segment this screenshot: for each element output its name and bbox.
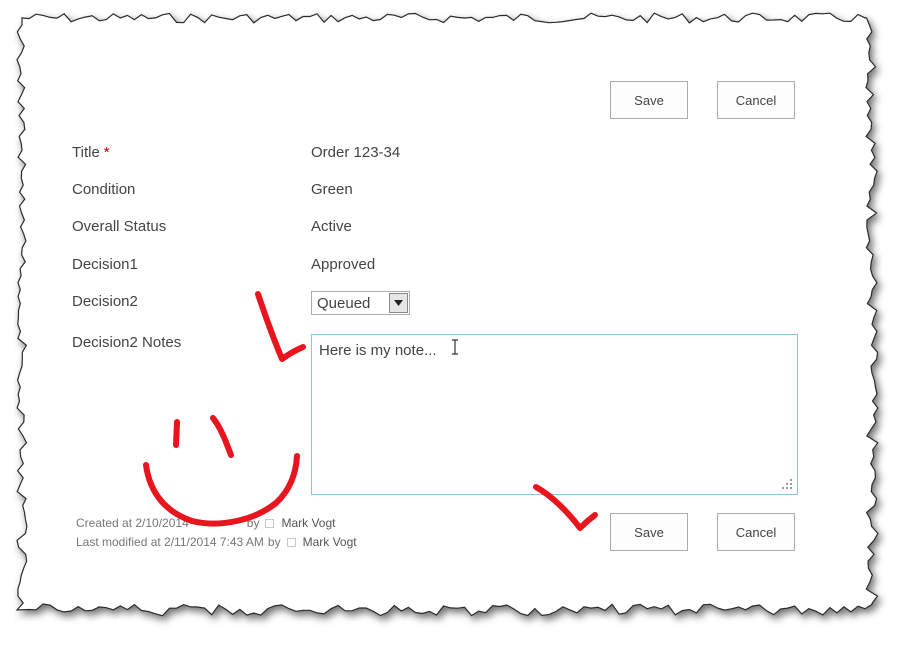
created-author-link[interactable]: Mark Vogt [281,516,335,530]
resize-grip-icon[interactable] [781,478,793,490]
save-button-bottom[interactable]: Save [610,513,688,551]
dropdown-arrow-icon[interactable] [389,293,408,313]
text-cursor-icon [452,339,458,355]
created-info: Created at 2/10/2014 by Mark Vogt [76,516,335,530]
cancel-button-top[interactable]: Cancel [717,81,795,119]
presence-icon [265,518,275,528]
modified-by-text: by [267,535,281,549]
decision2-label: Decision2 [72,293,138,310]
title-label-text: Title [72,144,100,161]
created-text: Created at 2/10/2014 [76,516,189,530]
condition-value: Green [311,181,353,198]
required-indicator: * [103,144,110,161]
cancel-button-bottom[interactable]: Cancel [717,513,795,551]
title-label: Title * [72,144,110,161]
list-item-edit-form: Save Cancel Title * Order 123-34 Conditio… [0,0,900,660]
decision1-value: Approved [311,256,376,273]
modified-text: Last modified at 2/11/2014 7:43 AM [76,535,264,549]
overall-status-value: Active [311,218,352,235]
decision2-notes-text: Here is my note... [319,342,437,359]
modified-info: Last modified at 2/11/2014 7:43 AM by Ma… [76,535,357,549]
modified-author-link[interactable]: Mark Vogt [303,535,357,549]
decision2-selected-value: Queued [317,295,371,312]
overall-status-label: Overall Status [72,218,167,235]
decision2-notes-textarea[interactable]: Here is my note... [311,334,798,495]
save-button-top[interactable]: Save [610,81,688,119]
created-by-text: by [246,516,260,530]
decision2-select[interactable]: Queued [311,291,410,315]
presence-icon [286,537,296,547]
decision2-notes-label: Decision2 Notes [72,334,182,351]
decision1-label: Decision1 [72,256,138,273]
title-value: Order 123-34 [311,144,401,161]
condition-label: Condition [72,181,136,198]
